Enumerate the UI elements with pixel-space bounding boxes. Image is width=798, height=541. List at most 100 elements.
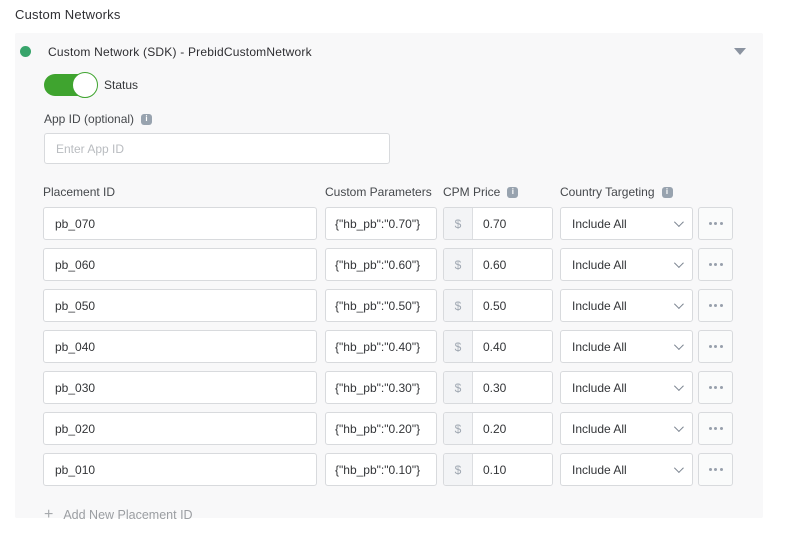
placement-id-input[interactable]	[43, 412, 317, 445]
cpm-price-field: $	[443, 412, 553, 445]
network-name: Custom Network (SDK) - PrebidCustomNetwo…	[48, 45, 312, 59]
chevron-down-icon	[674, 381, 684, 391]
status-toggle[interactable]	[44, 74, 96, 96]
info-icon[interactable]: i	[662, 187, 673, 198]
ellipsis-icon	[709, 468, 712, 471]
custom-parameters-input[interactable]	[325, 412, 437, 445]
custom-parameters-input[interactable]	[325, 453, 437, 486]
ellipsis-icon	[709, 222, 712, 225]
ellipsis-icon	[714, 468, 717, 471]
custom-parameters-input[interactable]	[325, 330, 437, 363]
ellipsis-icon	[720, 386, 723, 389]
placement-row: $ Include All	[43, 371, 735, 404]
country-targeting-select[interactable]: Include All	[560, 371, 693, 404]
ellipsis-icon	[709, 386, 712, 389]
ellipsis-icon	[720, 468, 723, 471]
country-targeting-select[interactable]: Include All	[560, 412, 693, 445]
status-label: Status	[104, 78, 138, 92]
ellipsis-icon	[720, 263, 723, 266]
cpm-price-input[interactable]	[473, 249, 552, 280]
chevron-down-icon	[674, 299, 684, 309]
placement-row: $ Include All	[43, 412, 735, 445]
country-targeting-value: Include All	[572, 258, 627, 272]
column-header-custom-parameters: Custom Parameters	[325, 185, 432, 199]
app-id-input[interactable]	[44, 133, 390, 164]
chevron-down-icon	[674, 340, 684, 350]
custom-parameters-input[interactable]	[325, 289, 437, 322]
ellipsis-icon	[714, 345, 717, 348]
column-header-cpm-price: CPM Price	[443, 185, 500, 199]
ellipsis-icon	[720, 304, 723, 307]
ellipsis-icon	[709, 427, 712, 430]
row-menu-button[interactable]	[698, 330, 733, 363]
row-menu-button[interactable]	[698, 412, 733, 445]
info-icon[interactable]: i	[507, 187, 518, 198]
dollar-sign-icon: $	[444, 413, 473, 444]
dollar-sign-icon: $	[444, 208, 473, 239]
cpm-price-input[interactable]	[473, 290, 552, 321]
cpm-price-input[interactable]	[473, 208, 552, 239]
placement-row: $ Include All	[43, 453, 735, 486]
add-new-placement-button[interactable]: + Add New Placement ID	[44, 507, 193, 523]
placement-id-input[interactable]	[43, 207, 317, 240]
placement-row: $ Include All	[43, 330, 735, 363]
placement-id-input[interactable]	[43, 371, 317, 404]
placement-id-input[interactable]	[43, 330, 317, 363]
ellipsis-icon	[714, 386, 717, 389]
ellipsis-icon	[714, 427, 717, 430]
active-status-dot-icon	[20, 46, 31, 57]
placements-table: Placement ID Custom Parameters CPM Price…	[43, 185, 735, 486]
row-menu-button[interactable]	[698, 371, 733, 404]
dollar-sign-icon: $	[444, 454, 473, 485]
chevron-down-icon	[674, 422, 684, 432]
plus-icon: +	[44, 507, 53, 523]
dollar-sign-icon: $	[444, 372, 473, 403]
row-menu-button[interactable]	[698, 289, 733, 322]
row-menu-button[interactable]	[698, 248, 733, 281]
network-header[interactable]: Custom Network (SDK) - PrebidCustomNetwo…	[15, 33, 763, 59]
country-targeting-value: Include All	[572, 422, 627, 436]
ellipsis-icon	[720, 345, 723, 348]
placement-id-input[interactable]	[43, 248, 317, 281]
cpm-price-field: $	[443, 371, 553, 404]
row-menu-button[interactable]	[698, 207, 733, 240]
row-menu-button[interactable]	[698, 453, 733, 486]
chevron-down-icon[interactable]	[734, 48, 746, 55]
dollar-sign-icon: $	[444, 290, 473, 321]
country-targeting-select[interactable]: Include All	[560, 207, 693, 240]
country-targeting-select[interactable]: Include All	[560, 248, 693, 281]
placement-rows: $ Include All	[43, 207, 735, 486]
country-targeting-value: Include All	[572, 381, 627, 395]
page-title: Custom Networks	[15, 7, 121, 22]
cpm-price-input[interactable]	[473, 454, 552, 485]
column-header-placement-id: Placement ID	[43, 185, 115, 199]
chevron-down-icon	[674, 217, 684, 227]
dollar-sign-icon: $	[444, 249, 473, 280]
custom-parameters-input[interactable]	[325, 248, 437, 281]
chevron-down-icon	[674, 258, 684, 268]
toggle-knob	[72, 72, 98, 98]
cpm-price-field: $	[443, 289, 553, 322]
placement-id-input[interactable]	[43, 453, 317, 486]
placement-id-input[interactable]	[43, 289, 317, 322]
country-targeting-select[interactable]: Include All	[560, 453, 693, 486]
cpm-price-input[interactable]	[473, 372, 552, 403]
country-targeting-value: Include All	[572, 217, 627, 231]
country-targeting-select[interactable]: Include All	[560, 330, 693, 363]
add-new-placement-label: Add New Placement ID	[63, 508, 192, 522]
country-targeting-select[interactable]: Include All	[560, 289, 693, 322]
app-id-section: App ID (optional) i	[44, 112, 763, 164]
info-icon[interactable]: i	[141, 114, 152, 125]
column-headers: Placement ID Custom Parameters CPM Price…	[43, 185, 735, 199]
ellipsis-icon	[720, 427, 723, 430]
cpm-price-field: $	[443, 453, 553, 486]
country-targeting-value: Include All	[572, 340, 627, 354]
status-toggle-row: Status	[44, 72, 763, 98]
country-targeting-value: Include All	[572, 463, 627, 477]
ellipsis-icon	[709, 304, 712, 307]
cpm-price-input[interactable]	[473, 413, 552, 444]
custom-parameters-input[interactable]	[325, 371, 437, 404]
custom-parameters-input[interactable]	[325, 207, 437, 240]
cpm-price-input[interactable]	[473, 331, 552, 362]
cpm-price-field: $	[443, 248, 553, 281]
